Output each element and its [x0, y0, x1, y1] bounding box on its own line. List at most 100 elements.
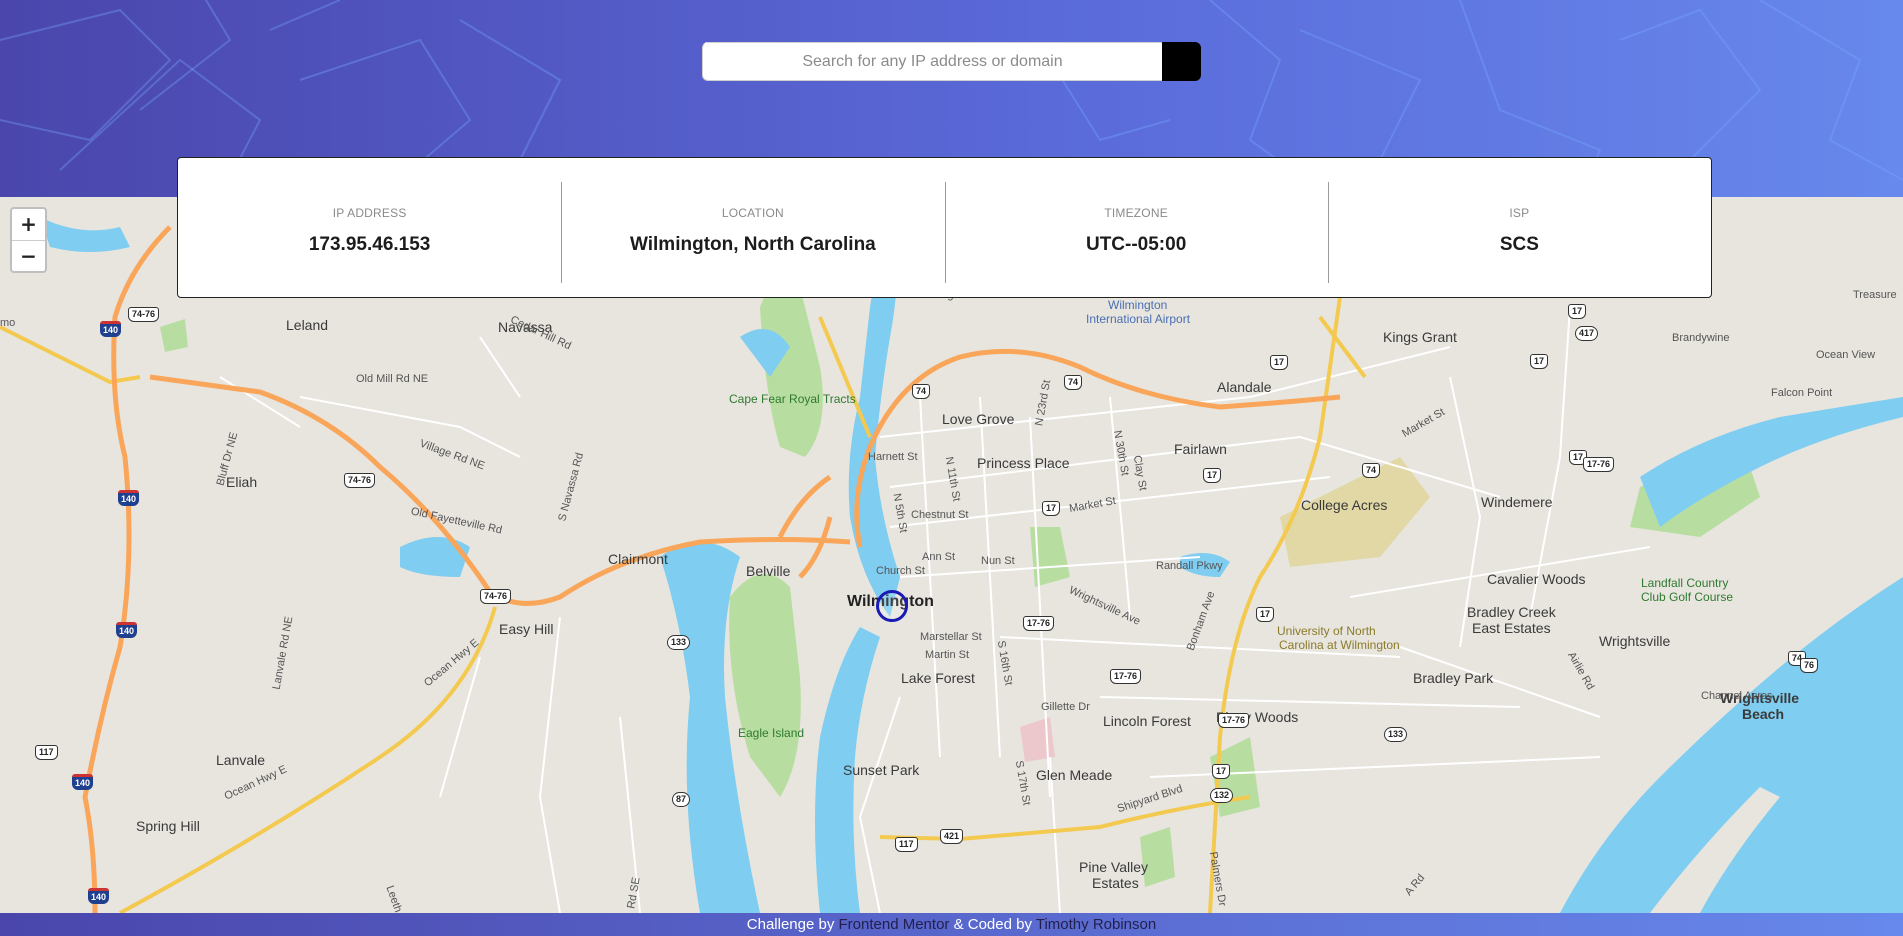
route-shield-17: 17 — [1042, 501, 1061, 516]
ip-address-value: 173.95.46.153 — [308, 233, 431, 255]
map-label-cape-fear: Cape Fear Royal Tracts — [729, 392, 856, 406]
isp-value: SCS — [1499, 233, 1539, 255]
location-marker[interactable] — [876, 590, 908, 622]
route-shield-74: 74 — [1362, 463, 1381, 478]
map-label-randall: Randall Pkwy — [1156, 560, 1223, 572]
map-label-east-estates: East Estates — [1472, 620, 1551, 636]
map-label-treasure: Treasure — [1853, 289, 1897, 301]
author-link[interactable]: Timothy Robinson — [1036, 916, 1156, 933]
map-label-clairmont: Clairmont — [608, 551, 668, 567]
map-label-college-acres: College Acres — [1301, 497, 1388, 513]
map-label-eagle-island: Eagle Island — [738, 726, 805, 740]
location-label: LOCATION — [721, 205, 784, 220]
isp-label: ISP — [1509, 205, 1530, 220]
map-label-bradley-park: Bradley Park — [1413, 670, 1494, 686]
map-label-windemere: Windemere — [1481, 494, 1553, 510]
map-label-channel-acres: Channel Acres — [1701, 690, 1773, 702]
location-value: Wilmington, North Carolina — [629, 233, 876, 255]
map-label-gillette: Gillette Dr — [1041, 701, 1090, 713]
map-label-unc-1: University of North — [1277, 624, 1376, 638]
zoom-out-button[interactable]: − — [12, 241, 45, 272]
map-label-marstellar: Marstellar St — [920, 631, 982, 643]
footer-middle: & Coded by — [949, 916, 1036, 933]
route-shield-421: 421 — [940, 829, 964, 844]
search-input[interactable] — [702, 42, 1162, 81]
search-button[interactable] — [703, 42, 1201, 81]
route-shield-74-76: 74-76 — [128, 307, 160, 322]
map-label-nun: Nun St — [981, 555, 1015, 567]
map-label-spring-hill: Spring Hill — [136, 818, 200, 834]
route-shield-17: 17 — [1203, 468, 1222, 483]
map-label-easy-hill: Easy Hill — [499, 621, 554, 637]
ip-info-card: IP ADDRESS 173.95.46.153 LOCATION Wilmin… — [177, 157, 1712, 298]
attribution-footer: Challenge by Frontend Mentor & Coded by … — [0, 913, 1903, 936]
map-label-fairlawn: Fairlawn — [1174, 441, 1227, 457]
map-label-landfall-1: Landfall Country — [1641, 576, 1729, 590]
timezone-value: UTC--05:00 — [1085, 233, 1187, 255]
map-label-harnett: Harnett St — [868, 451, 918, 463]
map-label-sunset-park: Sunset Park — [843, 762, 920, 778]
map-label-martin: Martin St — [925, 649, 970, 661]
map-label-airport-1: Wilmington — [1108, 298, 1168, 312]
ip-address-section: IP ADDRESS 173.95.46.153 — [178, 158, 561, 297]
zoom-in-button[interactable]: + — [12, 209, 45, 241]
map-label-bradley-creek: Bradley Creek — [1467, 604, 1556, 620]
map-label-pine-valley: Pine Valley — [1079, 859, 1149, 875]
map-label-glen-meade: Glen Meade — [1036, 767, 1113, 783]
map-label-princess-place: Princess Place — [977, 455, 1070, 471]
location-section: LOCATION Wilmington, North Carolina — [561, 158, 944, 297]
route-shield-17: 17 — [1568, 304, 1587, 319]
route-shield-17: 17 — [1212, 764, 1231, 779]
route-shield-76: 76 — [1800, 658, 1819, 673]
map-streets — [219, 306, 1651, 913]
map-label-eliah: Eliah — [226, 474, 258, 490]
route-shield-140: 140 — [72, 774, 94, 790]
map-label-lincoln-forest: Lincoln Forest — [1103, 713, 1191, 729]
map-label-cavalier-woods: Cavalier Woods — [1487, 571, 1586, 587]
route-shield-17-76: 17-76 — [1218, 713, 1250, 728]
map-label-church: Church St — [876, 565, 925, 577]
route-shield-17: 17 — [1530, 354, 1549, 369]
isp-section: ISP SCS — [1327, 158, 1711, 297]
footer-prefix: Challenge by — [746, 916, 839, 933]
route-shield-140: 140 — [88, 888, 110, 904]
route-shield-133: 133 — [667, 635, 691, 650]
timezone-label: TIMEZONE — [1104, 205, 1168, 220]
route-shield-417: 417 — [1575, 326, 1599, 341]
map-water — [40, 197, 1903, 913]
map-zoom-control: + − — [10, 207, 47, 273]
route-shield-74-76: 74-76 — [480, 589, 512, 604]
map-label-wrightsville: Wrightsville — [1599, 633, 1671, 649]
route-shield-140: 140 — [116, 622, 138, 638]
ip-address-label: IP ADDRESS — [332, 205, 407, 220]
map-label-airport-2: International Airport — [1086, 312, 1191, 326]
map-label-lake-forest: Lake Forest — [901, 670, 975, 686]
map-label-mo: mo — [0, 317, 16, 329]
route-shield-74: 74 — [1064, 375, 1083, 390]
map-label-lanvale: Lanvale — [216, 752, 266, 768]
map-label-alandale: Alandale — [1217, 379, 1272, 395]
route-shield-140: 140 — [118, 490, 140, 506]
map-label-kings-grant: Kings Grant — [1383, 329, 1457, 345]
map-label-unc-2: Carolina at Wilmington — [1279, 638, 1400, 652]
map-label-love-grove: Love Grove — [942, 411, 1015, 427]
map-label-ocean-view: Ocean View — [1816, 349, 1876, 361]
route-shield-74: 74 — [912, 384, 931, 399]
map-label-chestnut: Chestnut St — [911, 509, 969, 521]
route-shield-140: 140 — [100, 321, 122, 337]
map-label-leland: Leland — [286, 317, 329, 333]
route-shield-87: 87 — [672, 792, 691, 807]
map[interactable]: Wilmington Leland Navassa Belville Clair… — [0, 197, 1903, 913]
map-label-belville: Belville — [746, 563, 791, 579]
route-shield-117: 117 — [895, 837, 918, 852]
map-label-wrightsville-beach-2: Beach — [1742, 706, 1785, 722]
route-shield-117: 117 — [35, 745, 58, 760]
route-shield-133: 133 — [1384, 727, 1408, 742]
frontend-mentor-link[interactable]: Frontend Mentor — [839, 916, 950, 933]
search-bar — [702, 42, 1201, 81]
map-label-estates: Estates — [1092, 875, 1139, 891]
route-shield-17-76: 17-76 — [1023, 616, 1055, 631]
map-label-brandywine: Brandywine — [1672, 332, 1730, 344]
route-shield-74-76: 74-76 — [344, 473, 376, 488]
route-shield-17-76: 17-76 — [1583, 457, 1615, 472]
